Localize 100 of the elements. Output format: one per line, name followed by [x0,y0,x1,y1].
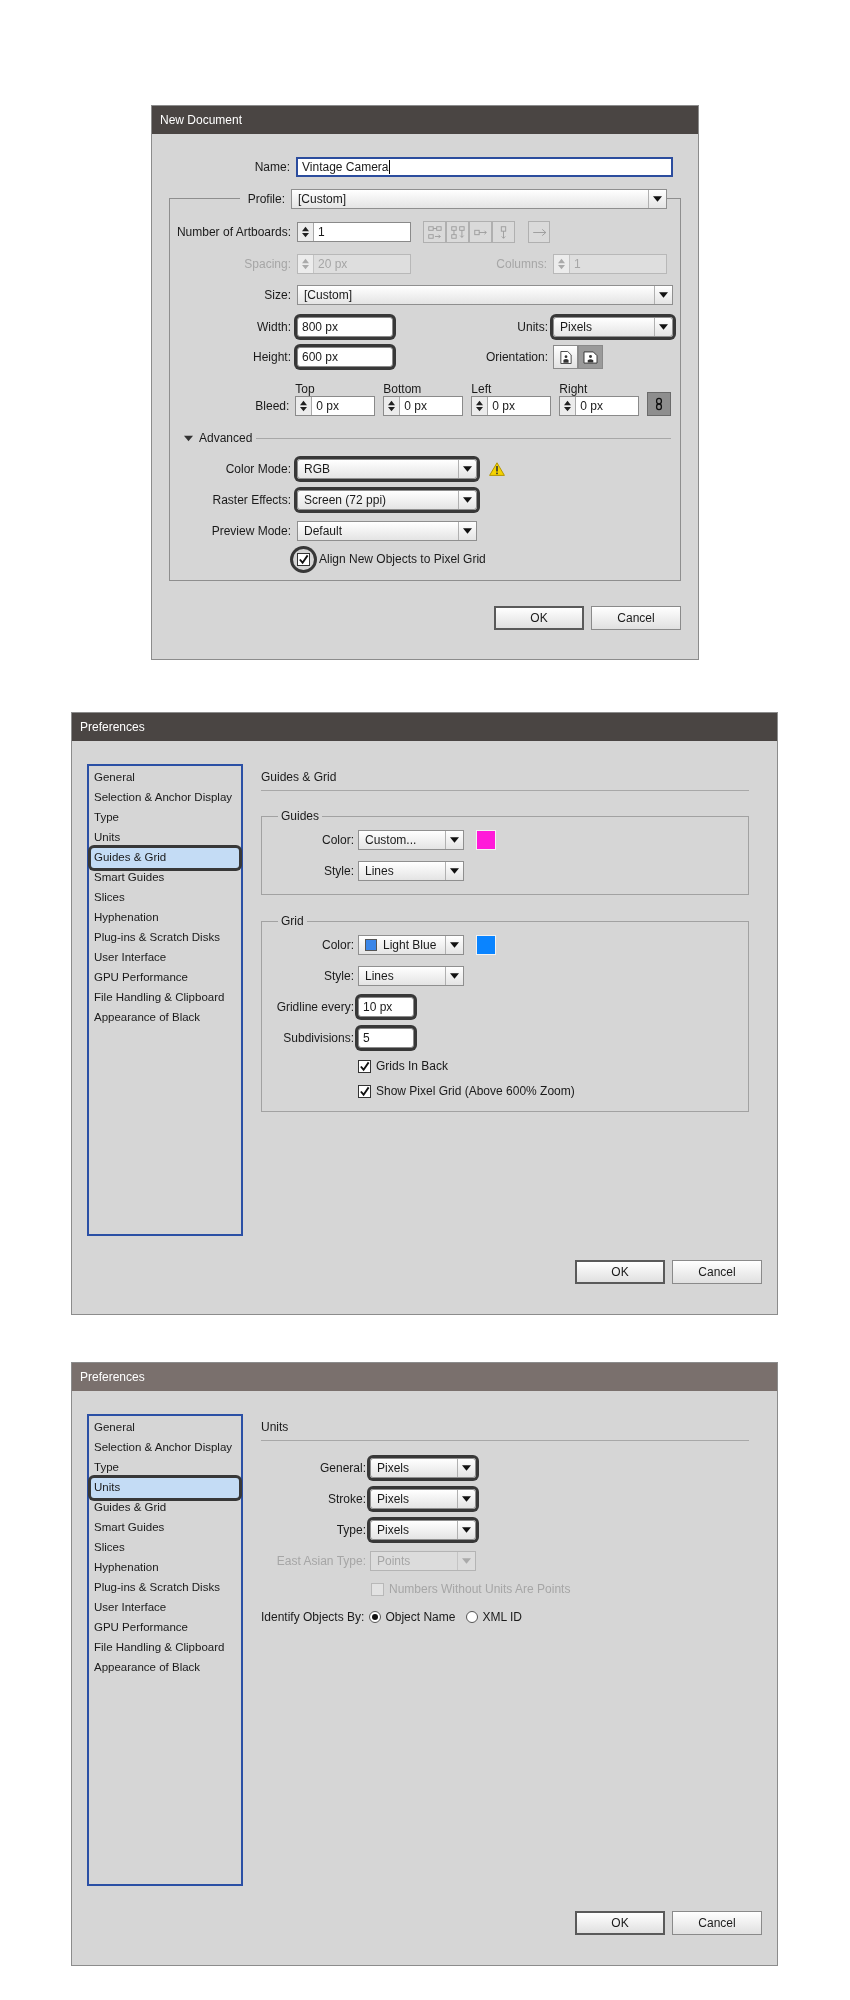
dropdown[interactable]: RGB [297,459,477,479]
orientation-button[interactable] [578,345,603,369]
field-label: Number of Artboards: [175,224,291,241]
text-field[interactable]: 800 px [297,317,393,337]
sidebar-item[interactable]: Appearance of Black [91,1008,239,1028]
radio-button[interactable] [466,1611,479,1623]
dialog-button[interactable]: Cancel [591,606,681,630]
dialog-button[interactable]: Cancel [672,1911,762,1935]
sidebar-item[interactable]: Type [91,1458,239,1478]
sidebar-item[interactable]: Units [91,828,239,848]
sidebar-item[interactable]: General [91,768,239,788]
spinner-arrows-icon [563,399,573,413]
checkbox[interactable] [358,1084,371,1098]
spinner-field[interactable]: 1 [297,222,411,242]
field-label: Color Mode: [224,461,291,478]
name-field[interactable]: Vintage Camera [296,157,673,177]
dropdown[interactable]: Pixels [370,1520,476,1540]
text-field[interactable]: 5 [358,1028,414,1048]
field-label: Name: [253,159,290,176]
dropdown[interactable]: Pixels [370,1458,476,1478]
sidebar-item[interactable]: Smart Guides [91,1518,239,1538]
link-button[interactable] [647,392,671,416]
dialog-button[interactable]: OK [575,1911,665,1935]
sidebar-item[interactable]: GPU Performance [91,968,239,988]
sidebar-item[interactable]: Slices [91,1538,239,1558]
checkbox-label: Show Pixel Grid (Above 600% Zoom) [376,1083,575,1100]
portrait-page-icon [559,349,572,365]
spinner-arrows-icon [557,257,566,271]
column-heading: Right [559,381,589,396]
field-label: Identify Objects By: [261,1609,365,1626]
column-heading: Left [471,381,493,396]
spinner-arrows-icon [475,399,485,413]
sidebar-item[interactable]: Slices [91,888,239,908]
dropdown[interactable]: [Custom] [291,189,667,209]
dropdown[interactable]: Pixels [553,317,673,337]
sidebar-item[interactable]: Guides & Grid [91,1498,239,1518]
dialog-button[interactable]: Cancel [672,1260,762,1284]
window-title: New Document [160,112,243,129]
dropdown-arrow-icon [659,292,668,298]
dropdown-arrow-icon [450,942,459,948]
sidebar-item[interactable]: Selection & Anchor Display [91,788,239,808]
dropdown[interactable]: Lines [358,861,464,881]
field-label: Color: [321,832,354,849]
sidebar-item[interactable]: Units [91,1478,239,1498]
sidebar-item[interactable]: Selection & Anchor Display [91,1438,239,1458]
dropdown[interactable]: Lines [358,966,464,986]
grid-by-row-icon [427,224,442,240]
dropdown[interactable]: Pixels [370,1489,476,1509]
sidebar-item[interactable]: Plug-ins & Scratch Disks [91,1578,239,1598]
window-title: Preferences [80,719,145,736]
field-label: Height: [251,349,291,366]
sidebar-item[interactable]: User Interface [91,1598,239,1618]
sidebar-item[interactable]: User Interface [91,948,239,968]
field-label: General: [318,1460,366,1477]
sidebar-item[interactable]: General [91,1418,239,1438]
spinner-field[interactable]: 0 px [471,396,552,416]
sidebar-item[interactable]: Smart Guides [91,868,239,888]
sidebar-item[interactable]: Hyphenation [91,1558,239,1578]
group-title: Guides [280,808,321,825]
sidebar-item[interactable]: Type [91,808,239,828]
sidebar-item[interactable]: File Handling & Clipboard [91,1638,239,1658]
color-swatch[interactable] [476,935,496,955]
spinner-field[interactable]: 0 px [383,396,464,416]
dropdown[interactable]: Default [297,521,477,541]
spinner-field[interactable]: 0 px [295,396,376,416]
dialog-button[interactable]: OK [575,1260,665,1284]
dropdown-arrow-icon [462,1558,471,1564]
field-label: Size: [263,287,291,304]
sidebar-item[interactable]: Hyphenation [91,908,239,928]
text-field[interactable]: 10 px [358,997,414,1017]
panel-title: Guides & Grid [261,770,337,784]
dropdown[interactable]: [Custom] [297,285,673,305]
text-field[interactable]: 600 px [297,347,393,367]
window-title: Preferences [80,1369,145,1386]
spinner-field[interactable]: 0 px [559,396,640,416]
spinner-arrows-icon [301,257,310,271]
field-label: Style: [323,968,354,985]
sidebar-item[interactable]: Guides & Grid [91,848,239,868]
sidebar-item[interactable]: Appearance of Black [91,1658,239,1678]
radio-button[interactable] [369,1611,382,1623]
field-label: Gridline every: [275,999,354,1016]
dropdown-arrow-icon [462,1465,471,1471]
spinner-arrows-icon [301,225,310,239]
sidebar-item[interactable]: File Handling & Clipboard [91,988,239,1008]
sidebar-item[interactable]: Plug-ins & Scratch Disks [91,928,239,948]
sidebar-item[interactable]: GPU Performance [91,1618,239,1638]
link-icon [655,397,664,411]
dropdown-arrow-icon [463,528,472,534]
dropdown-arrow-icon [450,837,459,843]
dropdown-arrow-icon [463,497,472,503]
dialog-button[interactable]: OK [494,606,584,630]
color-swatch[interactable] [476,830,496,850]
checkbox[interactable] [358,1059,371,1073]
field-label: Orientation: [484,349,548,366]
dropdown[interactable]: Screen (72 ppi) [297,490,477,510]
field-label: Subdivisions: [282,1030,354,1047]
orientation-button[interactable] [553,345,578,369]
dropdown[interactable]: Custom... [358,830,464,850]
dropdown[interactable]: Light Blue [358,935,464,955]
dropdown-arrow-icon [462,1527,471,1533]
